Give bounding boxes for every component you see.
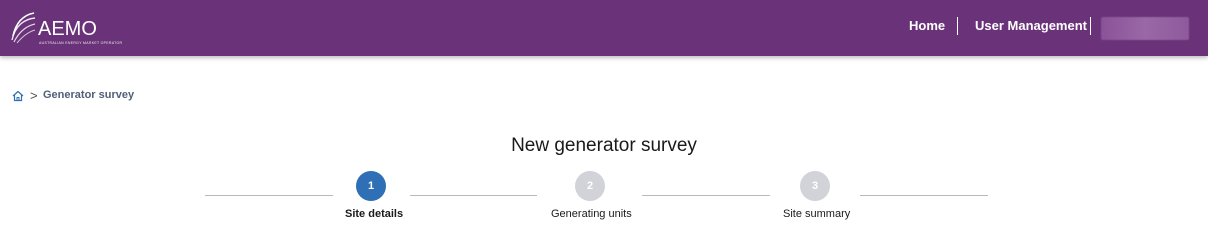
step-1-label[interactable]: Site details [345,208,403,220]
home-icon[interactable] [12,89,24,107]
user-account-menu[interactable] [1101,17,1189,40]
aemo-logo[interactable]: AEMO AUSTRALIAN ENERGY MARKET OPERATOR [10,10,140,46]
step-3-indicator[interactable]: 3 [800,171,830,201]
stepper-connector [860,195,988,196]
step-3-label[interactable]: Site summary [783,208,850,220]
nav-user-management-link[interactable]: User Management [975,18,1087,33]
aemo-swirl-icon [11,12,36,44]
page-title: New generator survey [511,135,697,156]
stepper-connector [205,195,333,196]
breadcrumb-current: Generator survey [43,89,135,101]
step-2-indicator[interactable]: 2 [575,171,605,201]
nav-divider [957,17,958,35]
step-2-label[interactable]: Generating units [551,208,632,220]
stepper-connector [642,195,770,196]
top-navigation-bar: AEMO AUSTRALIAN ENERGY MARKET OPERATOR H… [0,0,1208,56]
nav-divider [1090,17,1091,35]
stepper-connector [410,195,537,196]
nav-home-link[interactable]: Home [909,18,945,33]
step-1-indicator[interactable]: 1 [356,171,386,201]
logo-tagline: AUSTRALIAN ENERGY MARKET OPERATOR [39,41,123,45]
breadcrumb-separator: > [30,88,38,103]
logo-text: AEMO [38,18,97,40]
